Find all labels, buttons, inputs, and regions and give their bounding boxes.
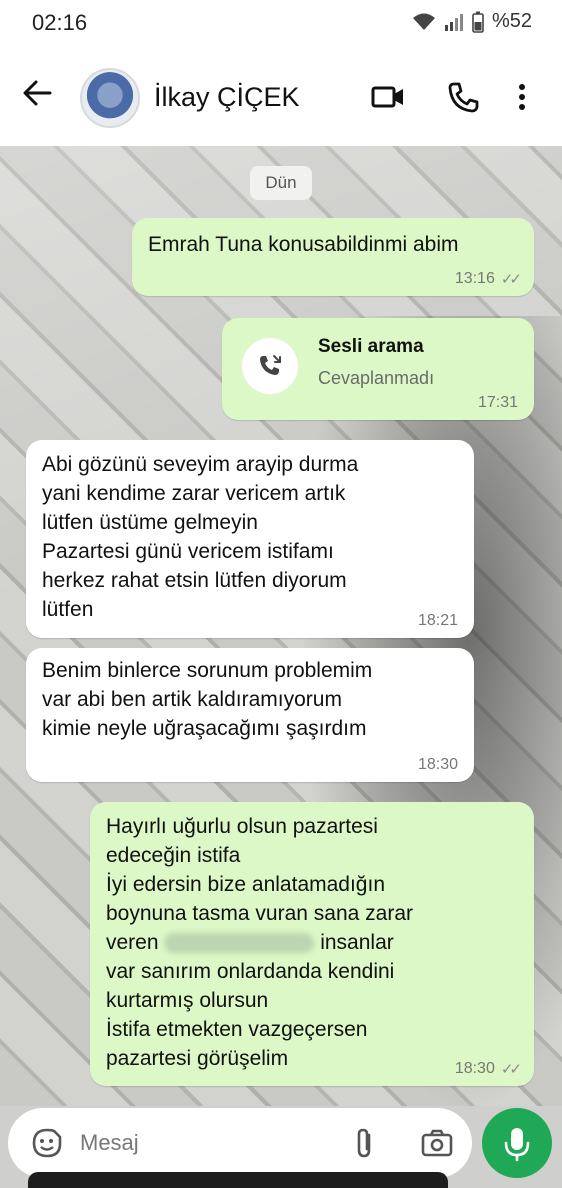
message-meta: 18:30 ✓✓ [454,1060,522,1078]
message-incoming[interactable]: Benim binlerce sorunum problemim var abi… [26,648,474,782]
message-time: 13:16 [454,270,495,287]
message-outgoing[interactable]: Hayırlı uğurlu olsun pazartesi edeceğin … [90,802,534,1086]
video-call-icon[interactable] [370,80,406,114]
message-time: 18:30 [417,756,458,773]
message-input[interactable]: Mesaj [8,1108,472,1178]
message-incoming[interactable]: Abi gözünü seveyim arayip durma yani ken… [26,440,474,638]
message-time: 17:31 [477,394,518,411]
status-icons: %52 [412,10,532,33]
message-meta: 17:31 [478,394,518,412]
message-text: Benim binlerce sorunum problemim var abi… [42,659,373,740]
message-text: Abi gözünü seveyim arayip durma yani ken… [42,453,359,621]
missed-call-icon [260,355,281,375]
contact-name[interactable]: İlkay ÇİÇEK [154,82,300,113]
message-meta: 18:30 [418,756,458,774]
emoji-sticker-icon[interactable] [30,1126,64,1160]
back-arrow-icon[interactable] [20,76,54,110]
call-status: Cevaplanmadı [318,368,435,388]
call-title: Sesli arama [318,336,424,357]
message-meta: 18:21 [418,612,458,630]
message-text: Hayırlı uğurlu olsun pazartesi edeceğin … [106,812,413,1073]
status-time: 02:16 [32,10,88,35]
date-chip: Dün [250,166,312,200]
avatar[interactable] [80,68,140,128]
voice-record-button[interactable] [482,1108,552,1178]
more-options-icon[interactable] [512,80,532,114]
battery-icon [472,11,484,33]
message-text: Emrah Tuna konusabildinmi abim [148,233,459,256]
microphone-icon [504,1128,530,1162]
message-meta: 13:16 ✓✓ [454,270,522,288]
chat-header: İlkay ÇİÇEK [0,46,562,146]
phone-icon[interactable] [446,80,482,114]
nav-bar [28,1172,448,1188]
missed-call-bubble[interactable]: Sesli arama Cevaplanmadı 17:31 [222,318,534,420]
message-time: 18:21 [417,612,458,629]
message-outgoing[interactable]: Emrah Tuna konusabildinmi abim 13:16 ✓✓ [132,218,534,296]
chat-area[interactable]: Dün Emrah Tuna konusabildinmi abim 13:16… [0,146,562,1106]
status-bar: 02:16 %52 [0,0,562,46]
blurred-text [164,933,315,954]
message-placeholder: Mesaj [80,1130,139,1155]
double-check-icon: ✓✓ [500,1061,522,1078]
battery-percent: %52 [491,10,532,32]
signal-icon [444,13,463,31]
message-time: 18:30 [454,1060,495,1077]
input-bar: Mesaj [0,1106,562,1188]
attachment-icon[interactable] [348,1126,382,1160]
double-check-icon: ✓✓ [500,271,522,288]
wifi-icon [412,13,435,30]
camera-icon[interactable] [420,1126,454,1160]
call-icon-badge [242,338,298,394]
